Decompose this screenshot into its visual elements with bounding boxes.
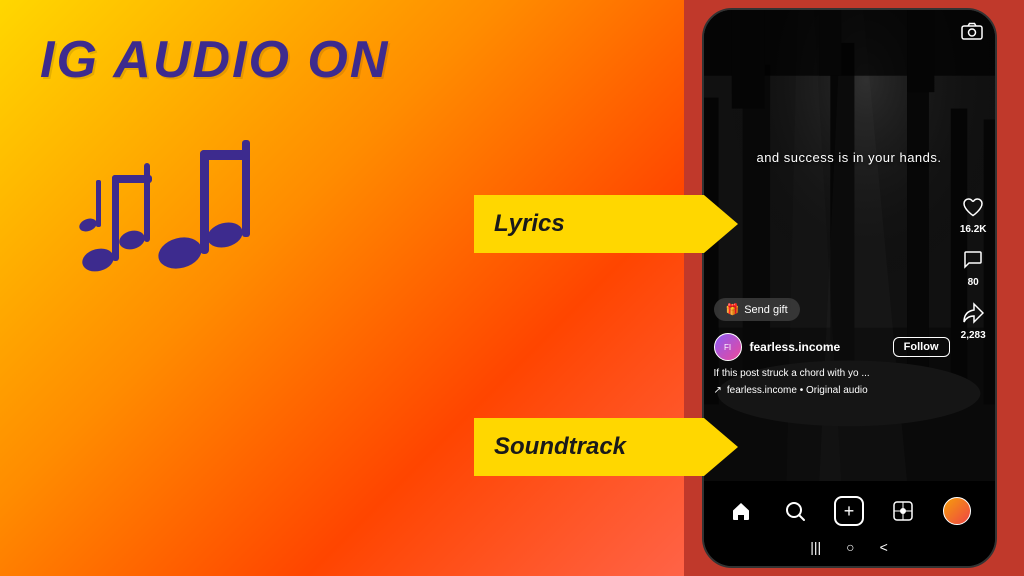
side-action-icons: 16.2K 80: [960, 196, 987, 341]
like-count: 16.2K: [960, 224, 987, 235]
soundtrack-row[interactable]: ↗ fearless.income • Original audio: [714, 385, 950, 396]
bottom-info-bar: 🎁 Send gift FI fearless.income Follow If…: [704, 298, 960, 396]
nav-add-button[interactable]: +: [831, 493, 867, 529]
camera-icon[interactable]: [961, 22, 983, 45]
lyrics-text: and success is in your hands.: [704, 150, 995, 165]
share-button[interactable]: 2,283: [961, 302, 986, 341]
nav-search-button[interactable]: [777, 493, 813, 529]
comment-button[interactable]: 80: [962, 249, 984, 288]
phone-mockup: and success is in your hands.: [702, 8, 997, 568]
right-panel: and success is in your hands.: [684, 0, 1024, 576]
add-icon: +: [834, 496, 864, 526]
lyrics-arrow-label: Lyrics: [474, 210, 585, 238]
nav-profile-button[interactable]: [939, 493, 975, 529]
user-avatar[interactable]: FI: [714, 333, 742, 361]
video-background: and success is in your hands.: [704, 10, 995, 481]
gift-icon: 🎁: [726, 303, 740, 316]
soundtrack-arrow-icon: ↗: [714, 385, 722, 396]
left-panel: IG AUDIO ON Lyrics: [0, 0, 684, 576]
nav-home-button[interactable]: [723, 493, 759, 529]
comment-icon: [962, 249, 984, 275]
heart-icon: [962, 196, 984, 222]
send-gift-label: Send gift: [744, 304, 787, 316]
music-notes-icon: [50, 105, 250, 318]
back-button[interactable]: <: [880, 539, 888, 555]
lyrics-arrow: Lyrics: [474, 195, 704, 253]
like-button[interactable]: 16.2K: [960, 196, 987, 235]
main-title: IG AUDIO ON: [40, 30, 389, 90]
video-area: and success is in your hands.: [704, 10, 995, 481]
share-count: 2,283: [961, 330, 986, 341]
user-info-row: FI fearless.income Follow: [714, 333, 950, 361]
nav-icons-row: +: [704, 481, 995, 534]
send-gift-button[interactable]: 🎁 Send gift: [714, 298, 800, 321]
menu-button[interactable]: |||: [810, 539, 821, 555]
caption-text: If this post struck a chord with yo ...: [714, 367, 950, 380]
system-navigation-bar: ||| ○ <: [704, 534, 995, 563]
bottom-navigation: + ||| ○ <: [704, 481, 995, 566]
comment-count: 80: [968, 277, 979, 288]
soundtrack-text: fearless.income • Original audio: [727, 385, 868, 396]
profile-avatar: [943, 497, 971, 525]
soundtrack-arrow: Soundtrack: [474, 418, 704, 476]
follow-button[interactable]: Follow: [893, 337, 950, 357]
soundtrack-arrow-label: Soundtrack: [474, 433, 646, 461]
share-icon: [962, 302, 984, 328]
username-label: fearless.income: [750, 340, 885, 354]
nav-reels-button[interactable]: [885, 493, 921, 529]
home-button[interactable]: ○: [846, 539, 854, 555]
